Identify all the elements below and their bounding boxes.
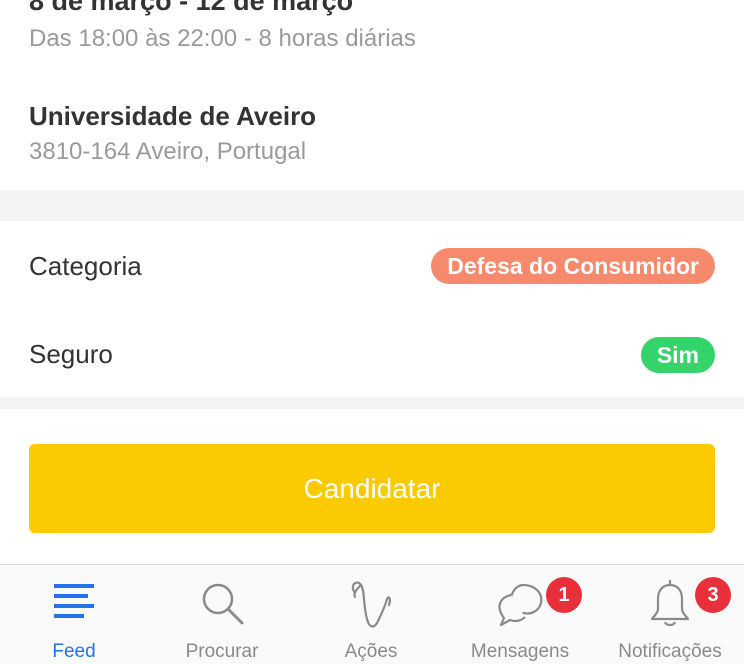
notifications-count-badge: 3 xyxy=(695,577,731,613)
venue-name: Universidade de Aveiro xyxy=(29,101,317,131)
feed-icon xyxy=(54,584,94,618)
tab-procurar[interactable]: Procurar xyxy=(148,565,296,664)
tab-mensagens[interactable]: 1 Mensagens xyxy=(446,565,594,664)
messages-icon xyxy=(498,583,543,627)
category-label: Categoria xyxy=(29,251,142,281)
tab-acoes-label: Ações xyxy=(344,641,398,662)
tab-notificacoes[interactable]: 3 Notificações xyxy=(596,565,744,664)
details-section: Categoria Defesa do Consumidor Seguro Si… xyxy=(0,221,744,397)
bell-icon xyxy=(650,579,690,627)
tab-acoes[interactable]: Ações xyxy=(297,565,445,664)
tab-feed[interactable]: Feed xyxy=(0,565,148,664)
tab-mensagens-label: Mensagens xyxy=(470,641,570,662)
tab-bar: Feed Procurar Ações 1 Mensagens 3 Notifi… xyxy=(0,564,744,664)
event-dates: 8 de março - 12 de março xyxy=(29,0,354,16)
tab-feed-label: Feed xyxy=(52,641,96,662)
actions-icon xyxy=(351,581,391,628)
venue-address: 3810-164 Aveiro, Portugal xyxy=(29,138,307,165)
insurance-badge: Sim xyxy=(640,337,715,373)
event-schedule: Das 18:00 às 22:00 - 8 horas diárias xyxy=(29,25,416,52)
messages-count-badge: 1 xyxy=(546,577,582,613)
category-badge: Defesa do Consumidor xyxy=(431,248,715,284)
tab-procurar-label: Procurar xyxy=(185,641,259,662)
event-info-section: 8 de março - 12 de março Das 18:00 às 22… xyxy=(0,0,744,190)
insurance-label: Seguro xyxy=(29,339,113,369)
tab-notificacoes-label: Notificações xyxy=(618,641,722,662)
search-icon xyxy=(202,583,244,625)
section-divider xyxy=(0,190,744,221)
apply-button[interactable]: Candidatar xyxy=(29,444,715,533)
section-divider xyxy=(0,397,744,409)
